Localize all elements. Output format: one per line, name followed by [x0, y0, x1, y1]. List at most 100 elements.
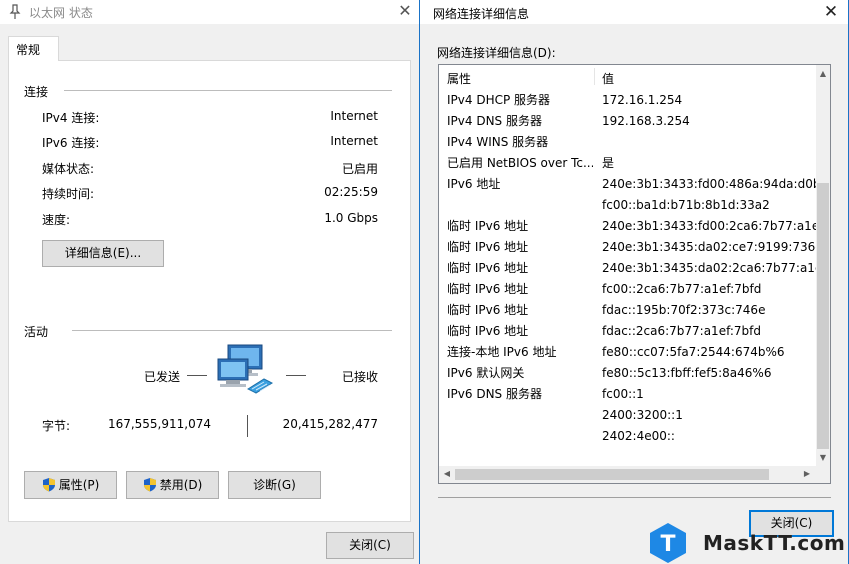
footer-divider [438, 497, 831, 498]
column-separator[interactable] [594, 68, 595, 85]
properties-button-label: 属性(P) [58, 478, 100, 492]
watermark: T MaskTT.com [648, 522, 849, 564]
received-label: 已接收 [342, 370, 379, 384]
property-cell: 临时 IPv6 地址 [447, 240, 529, 254]
list-item[interactable]: 临时 IPv6 地址 240e:3b1:3433:fd00:2ca6:7b77:a… [439, 216, 817, 237]
list-item[interactable]: 连接-本地 IPv6 地址 fe80::cc07:5fa7:2544:674b%6 [439, 342, 817, 363]
diagnose-button[interactable]: 诊断(G) [228, 471, 321, 499]
property-cell: 已启用 NetBIOS over Tc... [447, 156, 593, 170]
value-cell: 240e:3b1:3435:da02:2ca6:7b77:a1ef:7 [602, 261, 817, 275]
property-cell: IPv4 DNS 服务器 [447, 114, 542, 128]
value-cell: fc00::2ca6:7b77:a1ef:7bfd [602, 282, 762, 296]
column-header-value[interactable]: 值 [602, 70, 614, 87]
network-computers-icon [214, 343, 280, 402]
section-connection-title: 连接 [24, 85, 49, 99]
bytes-separator [247, 415, 248, 437]
bytes-label: 字节: [42, 419, 71, 433]
details-list-caption: 网络连接详细信息(D): [437, 46, 556, 60]
watermark-logo-icon: T [648, 522, 688, 564]
ipv6-connection-value: Internet [330, 134, 378, 148]
list-item[interactable]: IPv4 WINS 服务器 [439, 132, 817, 153]
ipv6-connection-label: IPv6 连接: [42, 136, 100, 150]
column-header-property[interactable]: 属性 [447, 70, 471, 87]
list-item[interactable]: 临时 IPv6 地址 240e:3b1:3435:da02:2ca6:7b77:a… [439, 258, 817, 279]
list-item[interactable]: IPv4 DHCP 服务器 172.16.1.254 [439, 90, 817, 111]
media-state-label: 媒体状态: [42, 162, 95, 176]
title-bar: 以太网 状态 ✕ [0, 0, 419, 24]
property-cell: IPv6 地址 [447, 177, 501, 191]
value-cell: 2400:3200::1 [602, 408, 683, 422]
speed-value: 1.0 Gbps [324, 211, 378, 225]
list-item[interactable]: fc00::ba1d:b71b:8b1d:33a2 [439, 195, 817, 216]
vertical-scroll-thumb[interactable] [817, 183, 829, 449]
details-button[interactable]: 详细信息(E)... [42, 240, 164, 267]
value-cell: 240e:3b1:3433:fd00:486a:94da:d0b8: [602, 177, 817, 191]
pin-icon [9, 4, 21, 20]
list-item[interactable]: 2400:3200::1 [439, 405, 817, 426]
value-cell: 172.16.1.254 [602, 93, 683, 107]
list-item[interactable]: 临时 IPv6 地址 240e:3b1:3435:da02:ce7:9199:73… [439, 237, 817, 258]
value-cell: 240e:3b1:3435:da02:ce7:9199:736d:3 [602, 240, 817, 254]
ethernet-status-window: 以太网 状态 ✕ 常规 连接 IPv4 连接: Internet IPv6 连接… [0, 0, 419, 564]
list-item[interactable]: 已启用 NetBIOS over Tc... 是 [439, 153, 817, 174]
value-cell: fe80::cc07:5fa7:2544:674b%6 [602, 345, 785, 359]
value-cell: fe80::5c13:fbff:fef5:8a46%6 [602, 366, 772, 380]
scroll-right-icon[interactable]: ▶ [800, 467, 814, 481]
horizontal-scroll-thumb[interactable] [455, 469, 769, 480]
list-item[interactable]: 2402:4e00:: [439, 426, 817, 447]
list-item[interactable]: 临时 IPv6 地址 fdac::2ca6:7b77:a1ef:7bfd [439, 321, 817, 342]
list-item[interactable]: IPv6 DNS 服务器 fc00::1 [439, 384, 817, 405]
sent-label: 已发送 [144, 370, 181, 384]
close-button[interactable]: 关闭(C) [326, 532, 414, 559]
list-item[interactable]: 临时 IPv6 地址 fc00::2ca6:7b77:a1ef:7bfd [439, 279, 817, 300]
list-item[interactable]: 临时 IPv6 地址 fdac::195b:70f2:373c:746e [439, 300, 817, 321]
value-cell: fdac::195b:70f2:373c:746e [602, 303, 766, 317]
section-activity-title: 活动 [24, 325, 49, 339]
section-divider [72, 330, 392, 331]
vertical-scrollbar[interactable]: ▲ ▼ [816, 65, 830, 466]
watermark-badge-letter: T [660, 532, 675, 557]
property-cell: 临时 IPv6 地址 [447, 303, 529, 317]
property-cell: IPv4 WINS 服务器 [447, 135, 549, 149]
tab-general[interactable]: 常规 [8, 36, 59, 61]
received-line [286, 375, 306, 376]
list-item[interactable]: IPv6 地址 240e:3b1:3433:fd00:486a:94da:d0b8… [439, 174, 817, 195]
ipv4-connection-value: Internet [330, 109, 378, 123]
shield-icon [143, 475, 157, 501]
disable-button[interactable]: 禁用(D) [126, 471, 219, 499]
scroll-left-icon[interactable]: ◀ [440, 467, 454, 481]
scroll-up-icon[interactable]: ▲ [816, 67, 830, 81]
list-rows: IPv4 DHCP 服务器 172.16.1.254 IPv4 DNS 服务器 192… [439, 90, 817, 464]
duration-label: 持续时间: [42, 187, 95, 201]
watermark-text: MaskTT.com [703, 531, 846, 555]
value-cell: 192.168.3.254 [602, 114, 690, 128]
value-cell: 240e:3b1:3433:fd00:2ca6:7b77:a1ef:7 [602, 219, 817, 233]
horizontal-scrollbar[interactable]: ◀ ▶ [439, 466, 816, 483]
title-bar: 网络连接详细信息 ✕ [420, 0, 848, 24]
property-cell: IPv4 DHCP 服务器 [447, 93, 551, 107]
scroll-corner [816, 466, 830, 483]
ipv4-connection-label: IPv4 连接: [42, 111, 100, 125]
property-cell: 临时 IPv6 地址 [447, 324, 529, 338]
section-divider [64, 90, 392, 91]
list-item[interactable]: IPv4 DNS 服务器 192.168.3.254 [439, 111, 817, 132]
scroll-down-icon[interactable]: ▼ [816, 451, 830, 465]
properties-button[interactable]: 属性(P) [24, 471, 117, 499]
value-cell: 2402:4e00:: [602, 429, 675, 443]
window-title: 网络连接详细信息 [433, 7, 530, 21]
value-cell: 是 [602, 156, 615, 170]
general-panel: 连接 IPv4 连接: Internet IPv6 连接: Internet 媒… [8, 60, 411, 522]
close-icon[interactable]: ✕ [395, 1, 415, 21]
details-list[interactable]: 属性 值 IPv4 DHCP 服务器 172.16.1.254 IPv4 DNS 服… [438, 64, 831, 484]
list-item[interactable]: IPv6 默认网关 fe80::5c13:fbff:fef5:8a46%6 [439, 363, 817, 384]
property-cell: 连接-本地 IPv6 地址 [447, 345, 557, 359]
property-cell: 临时 IPv6 地址 [447, 261, 529, 275]
property-cell: 临时 IPv6 地址 [447, 282, 529, 296]
media-state-value: 已启用 [341, 162, 378, 176]
duration-value: 02:25:59 [324, 185, 378, 199]
value-cell: fc00::1 [602, 387, 644, 401]
bytes-received-value: 20,415,282,477 [282, 417, 378, 431]
list-header: 属性 值 [439, 65, 819, 87]
close-icon[interactable]: ✕ [821, 1, 841, 23]
value-cell: fc00::ba1d:b71b:8b1d:33a2 [602, 198, 770, 212]
